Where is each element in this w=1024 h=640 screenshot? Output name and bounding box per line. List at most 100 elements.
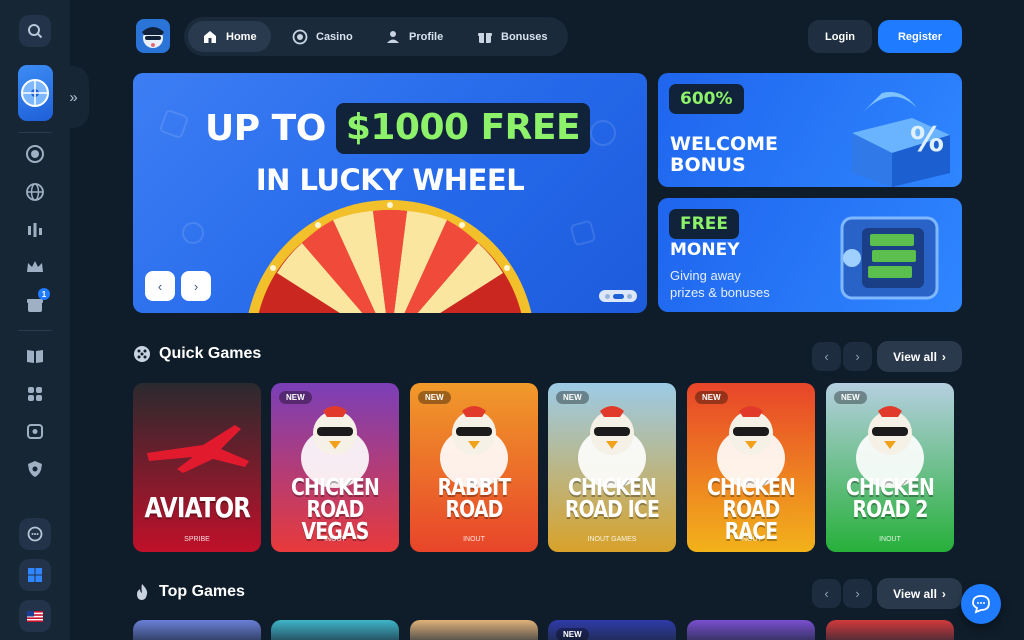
free-money-card[interactable]: FREE MONEY Giving away prizes & bonuses (658, 198, 962, 312)
game-card[interactable]: NEW (548, 620, 676, 640)
chevron-right-icon: › (941, 586, 946, 601)
tab-profile[interactable]: Profile (371, 21, 457, 52)
top-games-view-all[interactable]: View all › (877, 578, 962, 609)
free-money-title: MONEY (670, 240, 740, 260)
support-button[interactable] (19, 518, 51, 550)
wheel-icon (21, 79, 49, 107)
sidebar-item-gifts[interactable]: 1 (21, 288, 50, 318)
quick-games-view-all[interactable]: View all › (877, 341, 962, 372)
us-flag-icon (27, 610, 43, 622)
game-card[interactable] (826, 620, 954, 640)
hero-headline-prefix: UP TO (205, 108, 326, 149)
game-card[interactable]: NEW RABBIT ROAD INOUT (410, 383, 538, 552)
new-badge: NEW (695, 391, 728, 404)
support-icon (27, 526, 43, 542)
tab-home-label: Home (226, 30, 257, 43)
site-logo[interactable] (136, 19, 170, 53)
game-card[interactable] (133, 620, 261, 640)
login-button[interactable]: Login (808, 20, 872, 53)
quick-games-next-button[interactable]: › (843, 342, 872, 371)
gift-box-illustration: % (852, 92, 950, 187)
hero-subheadline: IN LUCKY WHEEL (255, 163, 525, 197)
hero-next-button[interactable]: › (181, 271, 211, 301)
hero-banner[interactable]: UP TO $1000 FREE IN LUCKY WHEEL ‹ › (133, 73, 647, 313)
tab-bonuses-label: Bonuses (501, 30, 548, 43)
game-provider: INOUT (879, 536, 901, 543)
quick-games-prev-button[interactable]: ‹ (812, 342, 841, 371)
main-nav: Home Casino Profile Bonuses (184, 17, 568, 56)
view-all-label: View all (893, 586, 937, 601)
sidebar-item-sports[interactable] (21, 178, 49, 206)
sidebar-item-casino[interactable] (21, 140, 49, 168)
gift-icon (477, 29, 493, 45)
game-card[interactable]: NEW CHICKEN ROAD VEGAS INOUT (271, 383, 399, 552)
game-card[interactable]: NEW CHICKEN ROAD ICE INOUT GAMES (548, 383, 676, 552)
top-games-next-button[interactable]: › (843, 579, 872, 608)
tab-casino[interactable]: Casino (278, 21, 367, 52)
carousel-dot[interactable] (604, 293, 610, 299)
game-card[interactable] (271, 620, 399, 640)
top-games-title: Top Games (159, 583, 245, 600)
free-money-subtitle: Giving away prizes & bonuses (670, 268, 770, 302)
chevron-left-icon: ‹ (824, 586, 829, 601)
new-badge: NEW (279, 391, 312, 404)
game-card[interactable]: AVIATOR SPRIBE (133, 383, 261, 552)
tab-bonuses[interactable]: Bonuses (463, 21, 561, 52)
game-controller-icon (28, 387, 42, 401)
game-card[interactable]: NEW CHICKEN ROAD 2 INOUT (826, 383, 954, 552)
game-title: AVIATOR (144, 491, 251, 524)
game-provider: INOUT (463, 536, 485, 543)
globe-icon (26, 183, 44, 201)
home-icon (202, 29, 218, 45)
view-all-label: View all (893, 349, 937, 364)
sidebar: » 1 (0, 0, 89, 640)
game-title: CHICKEN ROAD 2 (845, 475, 935, 523)
search-button[interactable] (19, 15, 51, 47)
double-chevron-right-icon: » (69, 88, 78, 106)
carousel-dots[interactable] (599, 290, 637, 302)
free-money-subtitle-line2: prizes & bonuses (670, 284, 770, 300)
gift-count-badge: 1 (38, 288, 50, 300)
welcome-bonus-percent: 600% (669, 84, 744, 114)
sidebar-item-wallet[interactable] (21, 417, 49, 445)
game-card[interactable]: NEW CHICKEN ROAD RACE INOUT (687, 383, 815, 552)
game-card[interactable] (410, 620, 538, 640)
sidebar-item-trading[interactable] (21, 216, 49, 244)
sidebar-item-security[interactable] (21, 455, 49, 483)
hero-prev-button[interactable]: ‹ (145, 271, 175, 301)
sidebar-item-vip[interactable] (21, 253, 49, 281)
chevron-right-icon: › (855, 349, 860, 364)
register-button[interactable]: Register (878, 20, 962, 53)
windows-icon (28, 568, 42, 582)
hero-headline-amount: $1000 FREE (335, 103, 591, 154)
lucky-wheel-promo-tile[interactable] (18, 65, 53, 121)
quick-games-title: Quick Games (159, 345, 262, 362)
sidebar-item-games[interactable] (21, 380, 49, 408)
chevron-right-icon: › (193, 278, 199, 294)
game-card[interactable] (687, 620, 815, 640)
safe-money-illustration (840, 216, 939, 300)
expand-sidebar-button[interactable]: » (58, 66, 89, 128)
top-games-prev-button[interactable]: ‹ (812, 579, 841, 608)
download-app-button[interactable] (19, 559, 51, 591)
chevron-left-icon: ‹ (157, 278, 163, 294)
tab-casino-label: Casino (316, 30, 353, 43)
sidebar-item-guide[interactable] (21, 342, 49, 370)
chat-icon (972, 595, 990, 614)
welcome-bonus-title: WELCOME BONUS (670, 133, 778, 177)
shield-icon (28, 461, 42, 477)
carousel-dot-active[interactable] (612, 293, 624, 299)
game-provider: INOUT GAMES (587, 536, 637, 543)
free-money-subtitle-line1: Giving away (670, 268, 741, 283)
game-title: RABBIT ROAD (437, 475, 512, 523)
chat-button[interactable] (961, 584, 1001, 624)
tab-home[interactable]: Home (188, 21, 271, 52)
free-money-badge: FREE (669, 209, 739, 239)
chevron-right-icon: › (941, 349, 946, 364)
language-button[interactable] (19, 600, 51, 632)
carousel-dot[interactable] (626, 293, 632, 299)
divider (18, 330, 52, 331)
welcome-bonus-card[interactable]: % 600% WELCOME BONUS (658, 73, 962, 187)
game-provider: INOUT (740, 536, 762, 543)
quick-games-heading: Quick Games (133, 345, 261, 363)
